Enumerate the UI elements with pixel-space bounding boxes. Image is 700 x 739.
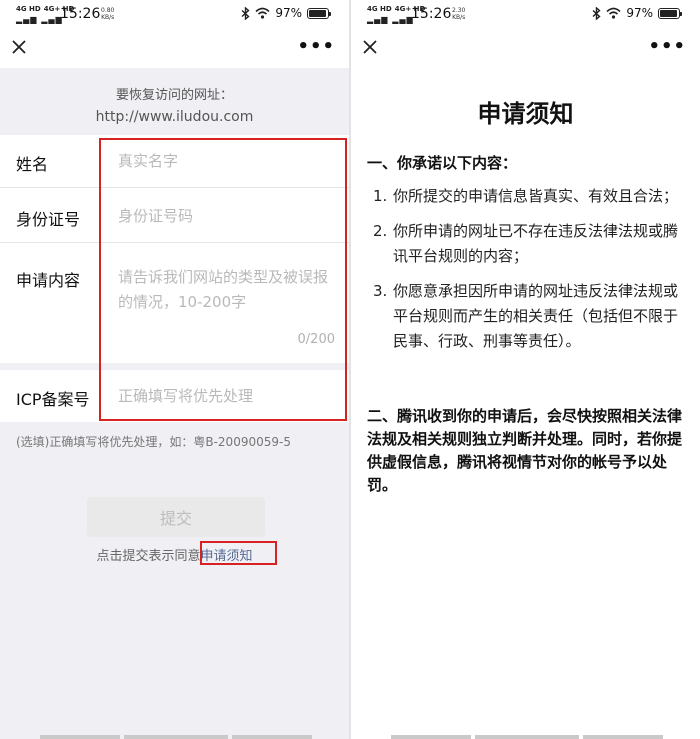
notice-link[interactable]: 申请须知 [201, 549, 253, 564]
status-bar: 4G HD 4G+ HD ▂▄▆ ▂▄▆ 15:26 0.80 KB/s 97% [0, 0, 349, 30]
application-form: 姓名 身份证号 申请内容 0/200 [0, 135, 349, 363]
network-type-1: 4G HD [16, 5, 41, 13]
speed-value: 0.80 [101, 7, 115, 14]
notice-screen: 4G HD 4G+ HD ▂▄▆ ▂▄▆ 15:26 2.30 KB/s 97% … [351, 0, 700, 739]
id-row: 身份证号 [0, 188, 349, 243]
status-icons: 97% [592, 6, 682, 20]
agreement-prefix: 点击提交表示同意 [96, 549, 201, 564]
url-value: http://www.iludou.com [95, 109, 254, 125]
bottom-bar-segment [40, 735, 120, 739]
submit-button[interactable]: 提交 [87, 497, 265, 537]
item-number: 2. [373, 222, 388, 240]
wifi-icon [255, 7, 270, 19]
icp-input[interactable] [118, 384, 338, 408]
item-number: 1. [373, 187, 388, 205]
name-label: 姓名 [16, 155, 49, 174]
network-speed: 2.30 KB/s [452, 7, 465, 21]
bottom-bar-segment [583, 735, 663, 739]
nav-bar: ••• [0, 30, 349, 68]
list-item: 1. 你所提交的申请信息皆真实、有效且合法； [373, 184, 689, 209]
speed-unit: KB/s [452, 14, 466, 21]
url-label: 要恢复访问的网址： [115, 88, 233, 103]
agreement-text: 点击提交表示同意申请须知 [0, 545, 349, 564]
bottom-bar-segment [475, 735, 579, 739]
wifi-icon [606, 7, 621, 19]
list-item: 2. 你所申请的网址已不存在违反法律法规或腾讯平台规则的内容； [373, 219, 689, 269]
name-input[interactable] [118, 149, 338, 173]
network-speed: 0.80 KB/s [101, 7, 114, 21]
icp-label: ICP备案号 [16, 390, 90, 409]
status-bar: 4G HD 4G+ HD ▂▄▆ ▂▄▆ 15:26 2.30 KB/s 97% [351, 0, 700, 30]
item-text: 你所申请的网址已不存在违反法律法规或腾讯平台规则的内容； [393, 222, 679, 265]
id-number-input[interactable] [118, 204, 338, 228]
close-icon[interactable] [10, 38, 28, 56]
more-icon[interactable]: ••• [297, 38, 335, 56]
name-row: 姓名 [0, 135, 349, 188]
close-icon[interactable] [361, 38, 379, 56]
bottom-bar-segment [232, 735, 312, 739]
url-info: 要恢复访问的网址： http://www.iludou.com [0, 84, 349, 125]
content-textarea[interactable] [118, 265, 338, 327]
char-counter: 0/200 [297, 332, 335, 347]
battery-percent: 97% [626, 6, 653, 20]
notice-title: 申请须知 [477, 100, 574, 128]
speed-unit: KB/s [101, 14, 115, 21]
battery-percent: 97% [275, 6, 302, 20]
section-2-paragraph: 二、腾讯收到你的申请后，会尽快按照相关法律法规及相关规则独立判断并处理。同时，若… [367, 407, 683, 494]
icp-row: ICP备案号 [0, 370, 349, 422]
bottom-bar-segment [124, 735, 228, 739]
speed-value: 2.30 [452, 7, 466, 14]
application-form-screen: 4G HD 4G+ HD ▂▄▆ ▂▄▆ 15:26 0.80 KB/s 97% … [0, 0, 349, 739]
content-row: 申请内容 0/200 [0, 243, 349, 363]
id-label: 身份证号 [16, 210, 81, 229]
list-item: 3. 你愿意承担因所申请的网址违反法律法规或平台规则而产生的相关责任（包括但不限于… [373, 279, 689, 354]
item-text: 你所提交的申请信息皆真实、有效且合法； [393, 187, 679, 205]
battery-icon [658, 7, 682, 19]
status-icons: 97% [241, 6, 331, 20]
bottom-bar-segment [391, 735, 471, 739]
section-1-heading: 一、你承诺以下内容： [367, 154, 518, 172]
bluetooth-icon [241, 6, 250, 20]
battery-icon [307, 7, 331, 19]
more-icon[interactable]: ••• [648, 38, 686, 56]
bluetooth-icon [592, 6, 601, 20]
item-number: 3. [373, 282, 388, 300]
clock: 15:26 [411, 6, 452, 22]
clock: 15:26 [60, 6, 101, 22]
network-type-1: 4G HD [367, 5, 392, 13]
item-text: 你愿意承担因所申请的网址违反法律法规或平台规则而产生的相关责任（包括但不限于民事… [393, 282, 679, 350]
commitment-list: 1. 你所提交的申请信息皆真实、有效且合法； 2. 你所申请的网址已不存在违反法律法… [373, 184, 689, 364]
icp-hint: (选填)正确填写将优先处理，如：粤B-20090059-5 [16, 435, 291, 449]
content-label: 申请内容 [16, 271, 81, 290]
nav-bar: ••• [351, 30, 700, 68]
